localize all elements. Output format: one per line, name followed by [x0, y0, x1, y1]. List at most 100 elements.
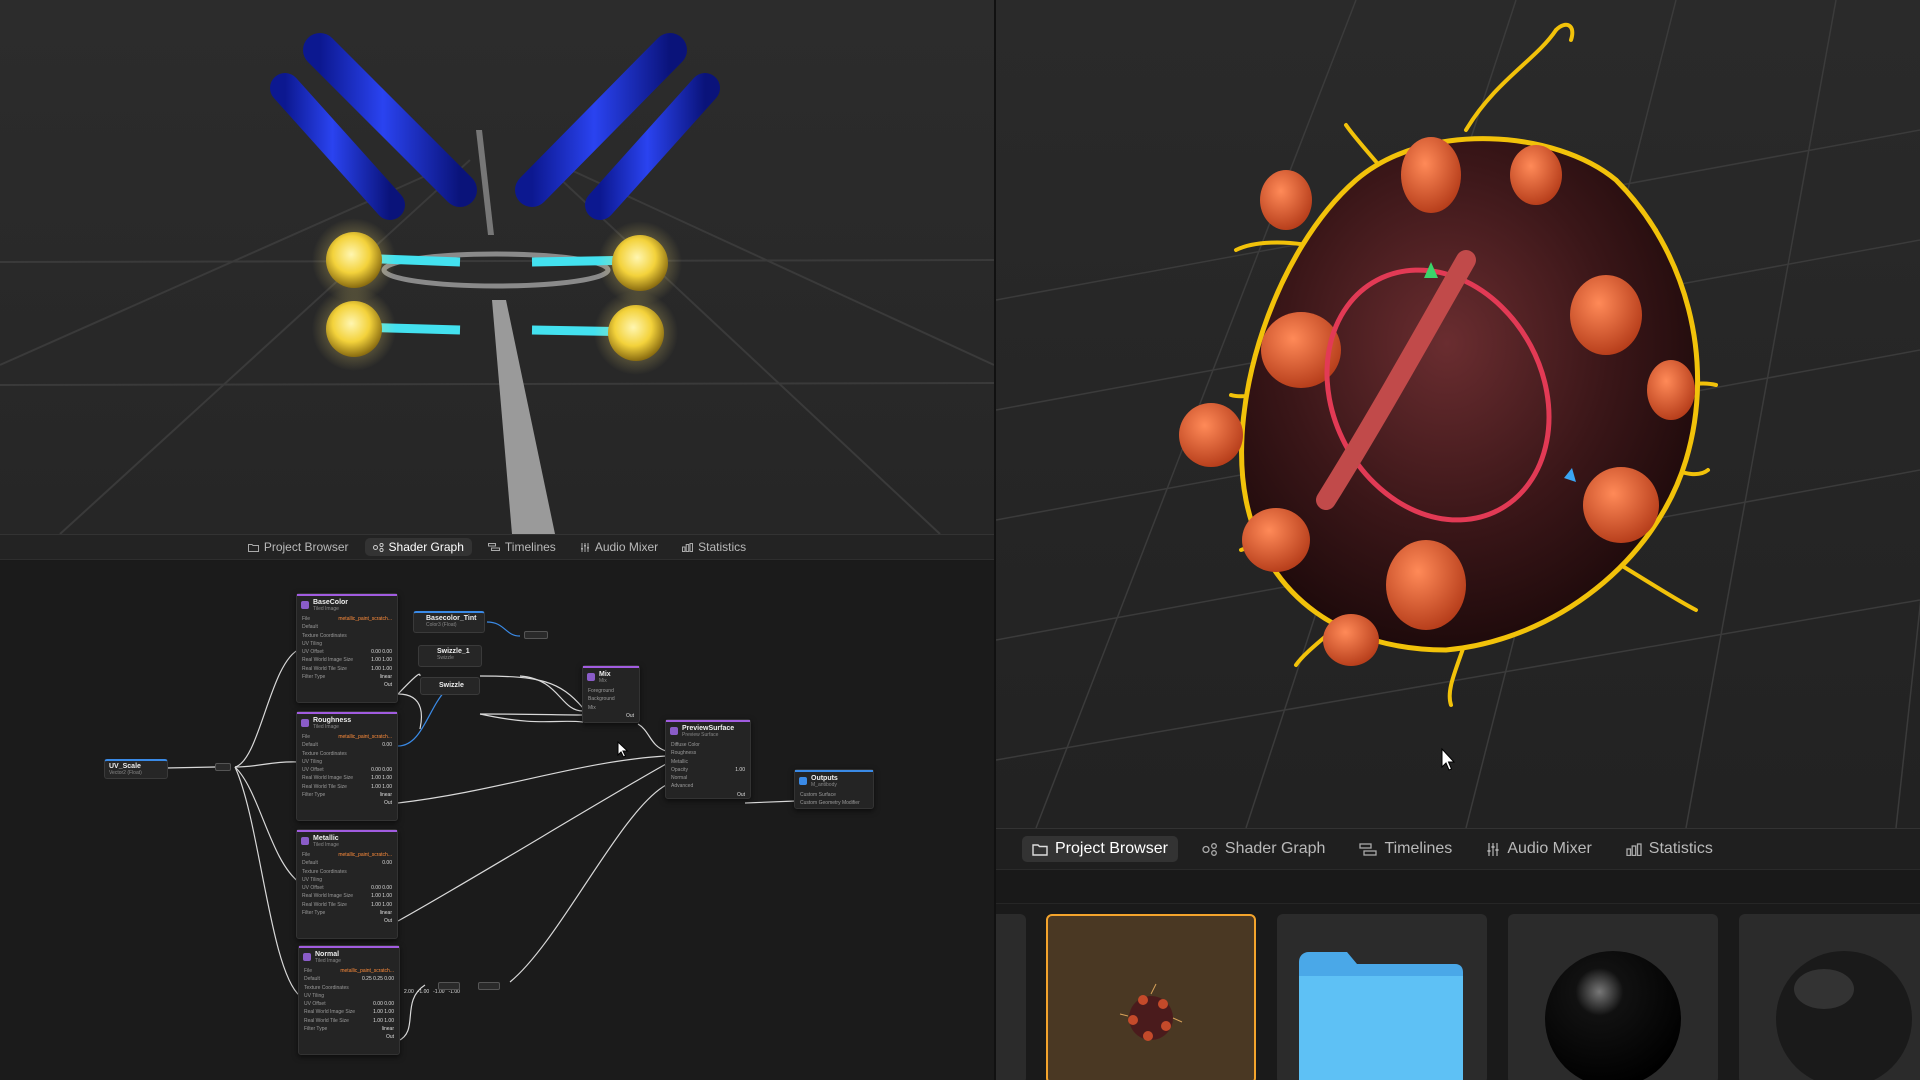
asset-tile-selected[interactable]	[1046, 914, 1256, 1080]
node-property-row[interactable]: File metallic_paint_scratch...	[302, 851, 392, 859]
virus-model[interactable]	[1179, 22, 1718, 707]
reroute-node[interactable]	[524, 631, 548, 639]
node-property-row[interactable]: Filter Type linear	[302, 673, 392, 681]
node-property-row[interactable]: File metallic_paint_scratch...	[302, 733, 392, 741]
node-property-row[interactable]: UV Tiling	[302, 876, 392, 884]
node-property-row[interactable]: Normal	[671, 774, 745, 782]
asset-tile[interactable]	[996, 914, 1026, 1080]
node-property-row[interactable]: Out	[588, 712, 634, 720]
node-outputs[interactable]: Outputs M_antibody Custom Surface Custom G…	[794, 769, 874, 809]
node-uv-scale[interactable]: UV_Scale Vector2 (Float)	[104, 759, 168, 779]
node-roughness[interactable]: Roughness Tiled Image File metallic_paint_…	[296, 711, 398, 821]
property-value: metallic_paint_scratch...	[340, 968, 394, 974]
node-property-row[interactable]: Background	[588, 695, 634, 703]
tab-shader-graph[interactable]: Shader Graph	[1192, 836, 1336, 862]
tab-shader-graph[interactable]: Shader Graph	[364, 538, 472, 556]
node-property-row[interactable]: UV Tiling	[302, 758, 392, 766]
property-label: Real World Image Size	[302, 657, 354, 664]
node-property-row[interactable]: Out	[671, 791, 745, 799]
reroute-node[interactable]	[438, 982, 460, 990]
tab-statistics[interactable]: Statistics	[674, 538, 754, 556]
node-property-row[interactable]: Real World Image Size 1.00 1.00	[302, 892, 392, 900]
node-basecolor-tint[interactable]: Basecolor_Tint Color3 (Float)	[413, 611, 485, 633]
property-value: 1.00 1.00	[371, 893, 392, 900]
node-preview-surface[interactable]: PreviewSurface Preview Surface Diffuse Co…	[665, 719, 751, 799]
node-property-row[interactable]: Real World Tile Size 1.00 1.00	[304, 1017, 394, 1025]
node-property-row[interactable]: Foreground	[588, 687, 634, 695]
property-label: Real World Tile Size	[304, 1017, 349, 1024]
node-property-row[interactable]: Metallic	[671, 758, 745, 766]
tab-timelines[interactable]: Timelines	[480, 538, 564, 556]
node-property-row[interactable]: Texture Coordinates	[302, 868, 392, 876]
asset-tile[interactable]	[1508, 914, 1718, 1080]
node-property-row[interactable]: Out	[302, 681, 392, 689]
node-property-row[interactable]: UV Offset 0.00 0.00	[302, 884, 392, 892]
node-basecolor[interactable]: BaseColor Tiled Image File metallic_paint_…	[296, 593, 398, 703]
node-metallic[interactable]: Metallic Tiled Image File metallic_paint_s…	[296, 829, 398, 939]
tab-project-browser[interactable]: Project Browser	[240, 538, 357, 556]
value-label: -1.00	[417, 989, 430, 995]
node-property-row[interactable]: UV Offset 0.00 0.00	[304, 1000, 394, 1008]
tab-audio-mixer[interactable]: Audio Mixer	[1476, 836, 1601, 862]
right-viewport[interactable]	[996, 0, 1920, 828]
node-property-row[interactable]: Out	[304, 1033, 394, 1041]
tab-statistics[interactable]: Statistics	[1616, 836, 1723, 862]
property-value: 1.00 1.00	[373, 1017, 394, 1024]
node-property-row[interactable]: Default 0.25 0.25 0.00	[304, 975, 394, 983]
node-property-row[interactable]: Default 0.00	[302, 859, 392, 867]
node-property-row[interactable]: Real World Tile Size 1.00 1.00	[302, 901, 392, 909]
node-property-row[interactable]: Diffuse Color	[671, 741, 745, 749]
tab-timelines[interactable]: Timelines	[1349, 836, 1462, 862]
node-property-row[interactable]: Real World Image Size 1.00 1.00	[302, 774, 392, 782]
node-property-row[interactable]: UV Tiling	[302, 640, 392, 648]
node-property-row[interactable]: UV Offset 0.00 0.00	[302, 648, 392, 656]
node-swizzle-1[interactable]: Swizzle_1 Swizzle	[418, 645, 482, 667]
node-swizzle[interactable]: Swizzle	[420, 677, 480, 695]
node-property-row[interactable]: Filter Type linear	[302, 791, 392, 799]
property-label: File	[302, 616, 311, 622]
node-normal[interactable]: Normal Tiled Image File metallic_paint_scr…	[298, 945, 400, 1055]
node-property-row[interactable]: Custom Surface	[800, 791, 868, 799]
node-property-row[interactable]: Out	[302, 799, 392, 807]
node-property-row[interactable]: Texture Coordinates	[302, 750, 392, 758]
node-property-row[interactable]: Real World Image Size 1.00 1.00	[304, 1008, 394, 1016]
node-title: Metallic	[313, 834, 339, 842]
node-property-row[interactable]: UV Offset 0.00 0.00	[302, 766, 392, 774]
node-property-row[interactable]: Filter Type linear	[302, 909, 392, 917]
node-property-row[interactable]: Real World Image Size 1.00 1.00	[302, 656, 392, 664]
node-property-row[interactable]: File metallic_paint_scratch...	[302, 615, 392, 623]
virus-model-icon	[1119, 983, 1183, 1041]
node-property-row[interactable]: Opacity 1.00	[671, 766, 745, 774]
node-mix[interactable]: Mix Mix Foreground Background Mix Out	[582, 665, 640, 723]
node-property-row[interactable]: Texture Coordinates	[304, 984, 394, 992]
property-value: 0.00	[382, 860, 392, 867]
tab-label: Timelines	[1384, 840, 1453, 857]
node-property-row[interactable]: Texture Coordinates	[302, 632, 392, 640]
property-value: 0.00 0.00	[371, 649, 392, 656]
asset-tile[interactable]	[1739, 914, 1920, 1080]
node-property-row[interactable]: Custom Geometry Modifier	[800, 799, 868, 807]
left-viewport[interactable]	[0, 0, 994, 534]
node-property-row[interactable]: File metallic_paint_scratch...	[304, 967, 394, 975]
node-property-row[interactable]: Real World Tile Size 1.00 1.00	[302, 665, 392, 673]
property-value: metallic_paint_scratch...	[338, 734, 392, 740]
statistics-icon	[682, 542, 694, 552]
node-property-row[interactable]: Advanced	[671, 782, 745, 790]
node-property-row[interactable]: Mix	[588, 704, 634, 712]
node-property-row[interactable]: UV Tiling	[304, 992, 394, 1000]
tab-audio-mixer[interactable]: Audio Mixer	[572, 538, 666, 556]
tab-project-browser[interactable]: Project Browser	[1022, 836, 1178, 862]
node-property-row[interactable]: Real World Tile Size 1.00 1.00	[302, 783, 392, 791]
node-property-row[interactable]: Out	[302, 917, 392, 925]
node-property-row[interactable]: Default	[302, 623, 392, 631]
reroute-node[interactable]	[478, 982, 500, 990]
node-subtitle: Tiled Image	[313, 605, 339, 612]
node-property-row[interactable]: Filter Type linear	[304, 1025, 394, 1033]
asset-tile[interactable]	[1277, 914, 1487, 1080]
shader-graph-canvas[interactable]: UV_Scale Vector2 (Float) BaseColor Tiled …	[0, 561, 994, 1080]
property-value: 1.00 1.00	[371, 901, 392, 908]
node-property-row[interactable]: Roughness	[671, 749, 745, 757]
node-property-row[interactable]: Default 0.00	[302, 741, 392, 749]
reroute-node[interactable]	[215, 763, 231, 771]
antibody-model[interactable]	[270, 33, 720, 470]
